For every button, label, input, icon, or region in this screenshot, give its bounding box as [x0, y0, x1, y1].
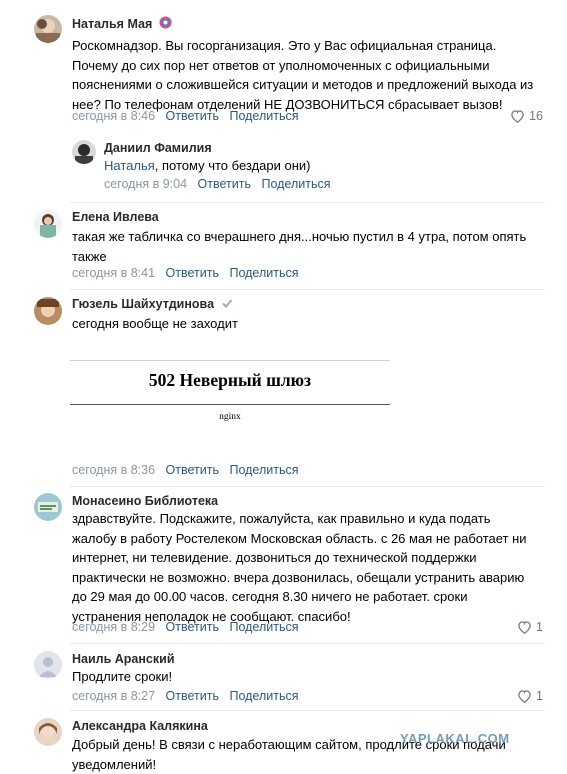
comment-time[interactable]: сегодня в 8:41	[72, 266, 155, 280]
comment-meta: сегодня в 8:46 Ответить Поделиться	[72, 109, 298, 123]
avatar[interactable]	[72, 140, 96, 164]
error-screenshot: 502 Неверный шлюз nginx	[70, 360, 390, 430]
reply-link[interactable]: Ответить	[166, 463, 219, 477]
mention-link[interactable]: Наталья	[104, 158, 155, 173]
share-link[interactable]: Поделиться	[229, 620, 298, 634]
comment-author[interactable]: Даниил Фамилия	[104, 141, 212, 155]
reply-link[interactable]: Ответить	[166, 266, 219, 280]
share-link[interactable]: Поделиться	[229, 109, 298, 123]
comment-text: Наталья, потому что бездари они)	[104, 158, 311, 173]
reply-link[interactable]: Ответить	[166, 620, 219, 634]
comment-text: такая же табличка со вчерашнего дня...но…	[72, 229, 527, 264]
badge-icon	[159, 16, 172, 29]
like-button[interactable]: 16	[510, 109, 543, 124]
divider	[70, 289, 545, 290]
comment-time[interactable]: сегодня в 8:46	[72, 109, 155, 123]
comment-meta: сегодня в 8:27 Ответить Поделиться	[72, 689, 298, 703]
server-name: nginx	[219, 412, 241, 422]
like-count: 16	[529, 109, 543, 123]
avatar[interactable]	[34, 15, 62, 43]
heart-icon	[518, 621, 531, 635]
watermark: YAPLAKAL.COM	[400, 731, 510, 746]
like-button[interactable]: 1	[517, 620, 543, 635]
avatar[interactable]	[34, 493, 62, 521]
comment-author[interactable]: Монасеино Библиотека	[72, 494, 218, 508]
comment-text: Продлите сроки!	[72, 669, 173, 684]
comment-meta: сегодня в 8:41 Ответить Поделиться	[72, 266, 298, 280]
avatar[interactable]	[34, 651, 62, 679]
comment-meta: сегодня в 9:04 Ответить Поделиться	[104, 177, 330, 191]
comment-time[interactable]: сегодня в 8:29	[72, 620, 155, 634]
comment-author[interactable]: Гюзель Шайхутдинова	[72, 297, 233, 311]
comment-time[interactable]: сегодня в 8:27	[72, 689, 155, 703]
divider	[70, 643, 545, 644]
share-link[interactable]: Поделиться	[229, 463, 298, 477]
divider	[70, 202, 545, 203]
reply-link[interactable]: Ответить	[198, 177, 251, 191]
comment-time[interactable]: сегодня в 8:36	[72, 463, 155, 477]
avatar[interactable]	[34, 297, 62, 325]
reply-link[interactable]: Ответить	[166, 689, 219, 703]
reply-link[interactable]: Ответить	[166, 109, 219, 123]
divider	[70, 486, 545, 487]
comment-author[interactable]: Александра Калякина	[72, 719, 208, 733]
like-count: 1	[536, 689, 543, 703]
like-count: 1	[536, 620, 543, 634]
avatar[interactable]	[34, 718, 62, 746]
heart-icon	[511, 110, 524, 124]
comment-time[interactable]: сегодня в 9:04	[104, 177, 187, 191]
heart-icon	[518, 690, 531, 704]
comment-text: сегодня вообще не заходит	[72, 316, 238, 331]
comment-text: Роскомнадзор. Вы госорганизация. Это у В…	[72, 38, 534, 112]
like-button[interactable]: 1	[517, 689, 543, 704]
comment-author[interactable]: Елена Ивлева	[72, 210, 159, 224]
error-title: 502 Неверный шлюз	[148, 370, 312, 390]
comment-meta: сегодня в 8:29 Ответить Поделиться	[72, 620, 298, 634]
divider	[70, 710, 545, 711]
avatar[interactable]	[34, 210, 62, 238]
checkmark-icon	[221, 299, 232, 308]
comment-author[interactable]: Наиль Аранский	[72, 652, 175, 666]
share-link[interactable]: Поделиться	[261, 177, 330, 191]
share-link[interactable]: Поделиться	[229, 689, 298, 703]
share-link[interactable]: Поделиться	[229, 266, 298, 280]
comment-meta: сегодня в 8:36 Ответить Поделиться	[72, 463, 298, 477]
comment-text: здравствуйте. Подскажите, пожалуйста, ка…	[72, 511, 527, 624]
comment-author[interactable]: Наталья Мая	[72, 16, 172, 31]
